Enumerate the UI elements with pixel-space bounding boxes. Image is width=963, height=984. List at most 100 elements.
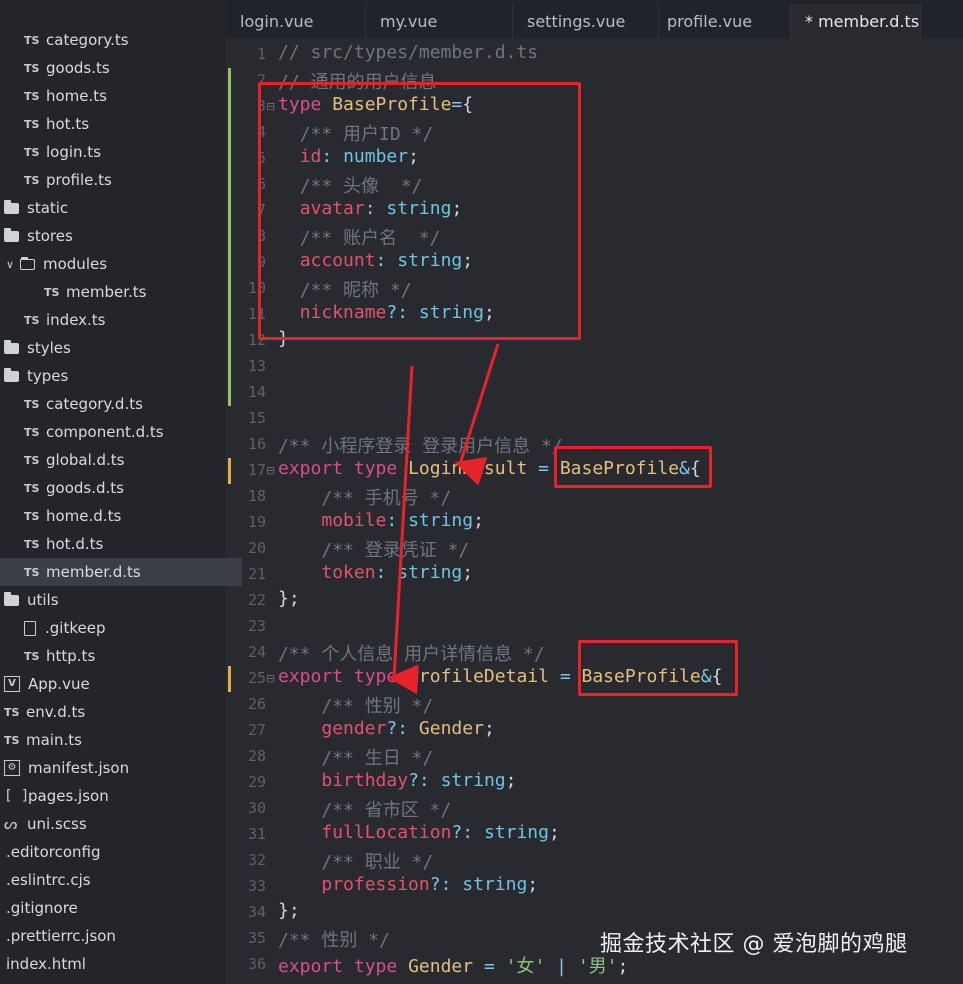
code-line[interactable]: /** 小程序登录 登录用户信息 */ bbox=[278, 432, 563, 458]
line-number: 14 bbox=[247, 383, 266, 401]
tree-item-stores[interactable]: stores bbox=[0, 222, 222, 250]
tree-item-home-ts[interactable]: TS home.ts bbox=[0, 82, 242, 110]
code-line[interactable]: /** 个人信息 用户详情信息 */ bbox=[278, 640, 545, 666]
code-line[interactable]: }; bbox=[278, 900, 300, 921]
line-number: 25 bbox=[247, 669, 266, 687]
code-line[interactable]: /** 性别 */ bbox=[278, 926, 390, 952]
folder-icon bbox=[4, 367, 19, 382]
tree-item-http-ts[interactable]: TS http.ts bbox=[0, 642, 242, 670]
tree-item-editorconfig[interactable]: .editorconfig bbox=[0, 838, 224, 866]
tab-settings-vue[interactable]: settings.vue bbox=[513, 4, 659, 38]
tree-item-styles[interactable]: styles bbox=[0, 334, 222, 362]
fold-icon[interactable]: ⊟ bbox=[266, 464, 275, 477]
tree-item-index-ts[interactable]: TS index.ts bbox=[0, 306, 242, 334]
code-line[interactable]: // src/types/member.d.ts bbox=[278, 42, 538, 63]
tree-item-member-d-ts[interactable]: TS member.d.ts bbox=[0, 558, 242, 586]
tab-login-vue[interactable]: login.vue bbox=[226, 4, 366, 38]
code-line[interactable]: /** 登录凭证 */ bbox=[278, 536, 469, 562]
typescript-file-icon: TS bbox=[24, 145, 40, 159]
tab-my-vue[interactable]: my.vue bbox=[366, 4, 513, 38]
highlight-box-base-profile bbox=[258, 82, 581, 340]
code-line[interactable]: mobile: string; bbox=[278, 510, 484, 531]
tree-item-component-d-ts[interactable]: TS component.d.ts bbox=[0, 418, 242, 446]
tree-item-types[interactable]: types bbox=[0, 362, 222, 390]
line-number: 27 bbox=[247, 721, 266, 739]
tree-item-profile-ts[interactable]: TS profile.ts bbox=[0, 166, 242, 194]
tree-item-home-d-ts[interactable]: TS home.d.ts bbox=[0, 502, 242, 530]
tree-item-hot-ts[interactable]: TS hot.ts bbox=[0, 110, 242, 138]
line-number: 26 bbox=[247, 695, 266, 713]
code-editor[interactable]: 1 2 3 4 5 6 7 8 9 10 11 12 13 14 15 16 17 18 19 20 21 22 23 24 2… bbox=[226, 38, 963, 984]
code-line[interactable]: birthday?: string; bbox=[278, 770, 516, 791]
tree-item-member-ts[interactable]: TS member.ts bbox=[0, 278, 262, 306]
tree-item-hot-d-ts[interactable]: TS hot.d.ts bbox=[0, 530, 242, 558]
code-line[interactable]: gender?: Gender; bbox=[278, 718, 494, 739]
tree-item-index-html[interactable]: index.html bbox=[0, 950, 224, 978]
tree-item-category-d-ts[interactable]: TS category.d.ts bbox=[0, 390, 242, 418]
tree-item-utils[interactable]: utils bbox=[0, 586, 222, 614]
line-number: 19 bbox=[247, 513, 266, 531]
typescript-file-icon: TS bbox=[4, 705, 20, 719]
tree-item-category-ts[interactable]: TS category.ts bbox=[0, 26, 242, 54]
tab-member-d-ts[interactable]: * member.d.ts bbox=[791, 4, 921, 38]
tree-item-label: global.d.ts bbox=[46, 451, 125, 469]
tree-item-label: utils bbox=[27, 591, 59, 609]
chevron-down-icon[interactable]: ∨ bbox=[6, 258, 20, 271]
line-number: 21 bbox=[247, 565, 266, 583]
code-line[interactable]: /** 职业 */ bbox=[278, 848, 433, 874]
typescript-file-icon: TS bbox=[24, 425, 40, 439]
line-number: 17 bbox=[247, 461, 266, 479]
line-number: 28 bbox=[247, 747, 266, 765]
code-line[interactable]: /** 生日 */ bbox=[278, 744, 433, 770]
tree-item-login-ts[interactable]: TS login.ts bbox=[0, 138, 242, 166]
tree-item-global-d-ts[interactable]: TS global.d.ts bbox=[0, 446, 242, 474]
tree-item-label: stores bbox=[27, 227, 73, 245]
line-number: 13 bbox=[247, 357, 266, 375]
tree-item-static[interactable]: static bbox=[0, 194, 222, 222]
tree-item-label: category.d.ts bbox=[46, 395, 143, 413]
tree-item-app-vue[interactable]: V App.vue bbox=[0, 670, 222, 698]
tree-item-main-ts[interactable]: TS main.ts bbox=[0, 726, 222, 754]
tree-item-gitignore[interactable]: .gitignore bbox=[0, 894, 224, 922]
tree-item-eslintrc-cjs[interactable]: .eslintrc.cjs bbox=[0, 866, 224, 894]
code-line[interactable]: /** 省市区 */ bbox=[278, 796, 451, 822]
typescript-file-icon: TS bbox=[24, 173, 40, 187]
tree-item-modules[interactable]: ∨ modules bbox=[0, 250, 224, 278]
tree-item-prettierrc-json[interactable]: .prettierrc.json bbox=[0, 922, 224, 950]
tree-item-uni-scss[interactable]: ᔕ uni.scss bbox=[0, 810, 222, 838]
tree-item-manifest-json[interactable]: ⚙ manifest.json bbox=[0, 754, 222, 782]
line-number: 29 bbox=[247, 773, 266, 791]
line-number: 1 bbox=[256, 45, 266, 63]
tree-item-label: category.ts bbox=[46, 31, 129, 49]
settings-file-icon: ⚙ bbox=[4, 760, 20, 776]
line-number: 36 bbox=[247, 955, 266, 973]
tree-item-goods-d-ts[interactable]: TS goods.d.ts bbox=[0, 474, 242, 502]
line-number: 30 bbox=[247, 799, 266, 817]
typescript-file-icon: TS bbox=[44, 285, 60, 299]
tree-item-label: goods.ts bbox=[46, 59, 110, 77]
tab-profile-vue[interactable]: profile.vue bbox=[653, 4, 791, 38]
tree-item-label: .eslintrc.cjs bbox=[6, 871, 91, 889]
code-line[interactable]: fullLocation?: string; bbox=[278, 822, 559, 843]
tree-item-label: http.ts bbox=[46, 647, 96, 665]
tree-item-env-d-ts[interactable]: TS env.d.ts bbox=[0, 698, 222, 726]
code-line[interactable]: }; bbox=[278, 588, 300, 609]
tree-item-label: home.d.ts bbox=[46, 507, 122, 525]
highlight-box-login-result bbox=[554, 446, 712, 488]
line-number: 34 bbox=[247, 903, 266, 921]
tree-item-gitkeep[interactable]: .gitkeep bbox=[0, 614, 242, 642]
code-line[interactable]: token: string; bbox=[278, 562, 473, 583]
code-line[interactable]: /** 性别 */ bbox=[278, 692, 433, 718]
tree-item-pages-json[interactable]: [ ] pages.json bbox=[0, 782, 222, 810]
tree-item-label: .prettierrc.json bbox=[6, 927, 116, 945]
line-number: 15 bbox=[247, 409, 266, 427]
fold-icon[interactable]: ⊟ bbox=[266, 672, 275, 685]
tree-item-goods-ts[interactable]: TS goods.ts bbox=[0, 54, 242, 82]
code-line[interactable]: export type Gender = '女' | '男'; bbox=[278, 952, 628, 978]
code-line[interactable]: /** 手机号 */ bbox=[278, 484, 451, 510]
typescript-file-icon: TS bbox=[24, 537, 40, 551]
tree-item-label: index.ts bbox=[46, 311, 106, 329]
git-added-marker bbox=[228, 68, 231, 406]
tree-item-label: home.ts bbox=[46, 87, 107, 105]
code-line[interactable]: profession?: string; bbox=[278, 874, 538, 895]
